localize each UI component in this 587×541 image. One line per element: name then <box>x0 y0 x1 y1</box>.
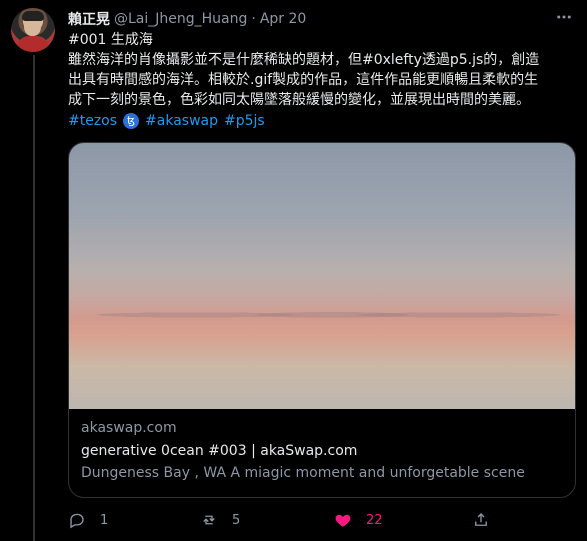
reply-count: 1 <box>100 512 109 528</box>
reply-icon <box>70 513 84 529</box>
heart-icon <box>335 514 351 527</box>
retweet-count: 5 <box>232 512 241 528</box>
reply-button[interactable]: 1 <box>68 509 108 531</box>
horizon-line <box>69 305 575 323</box>
hashtag-akaswap[interactable]: #akaswap <box>145 113 218 129</box>
retweet-icon <box>203 515 215 525</box>
avatar[interactable] <box>11 8 55 52</box>
tweet[interactable]: 賴正晃 @Lai_Jheng_Huang · Apr 20 #001 生成海 雖… <box>0 0 587 541</box>
share-button[interactable] <box>472 509 504 531</box>
tweet-header: 賴正晃 @Lai_Jheng_Huang · Apr 20 <box>68 9 306 29</box>
tezos-icon: ꜩ <box>123 113 140 129</box>
tweet-actions: 1 5 22 <box>68 509 518 531</box>
separator-dot: · <box>251 11 256 27</box>
link-card[interactable]: akaswap.com generative 0cean #003 | akaS… <box>68 142 576 498</box>
tweet-text: #001 生成海 雖然海洋的肖像攝影並不是什麼稀缺的題材，但#0xlefty透過… <box>68 32 540 108</box>
hashtag-tezos[interactable]: #tezos <box>68 113 117 129</box>
tweet-date[interactable]: Apr 20 <box>260 11 306 27</box>
tweet-hashtags: #tezos ꜩ #akaswap #p5js <box>68 111 271 131</box>
like-count: 22 <box>366 512 383 528</box>
ocean-preview-image <box>69 143 575 409</box>
card-domain: akaswap.com <box>81 420 177 436</box>
thread-line <box>33 55 35 541</box>
like-button[interactable]: 22 <box>334 509 383 531</box>
card-description: Dungeness Bay , WA A miagic moment and u… <box>81 465 525 481</box>
more-options-icon[interactable] <box>553 6 575 28</box>
author-handle[interactable]: @Lai_Jheng_Huang <box>114 11 247 27</box>
hashtag-p5js[interactable]: #p5js <box>224 113 265 129</box>
share-icon <box>475 513 487 526</box>
avatar-hair <box>22 11 44 21</box>
retweet-button[interactable]: 5 <box>200 509 240 531</box>
avatar-shirt <box>17 36 49 52</box>
author-name[interactable]: 賴正晃 <box>68 9 110 29</box>
card-title: generative 0cean #003 | akaSwap.com <box>81 443 358 459</box>
